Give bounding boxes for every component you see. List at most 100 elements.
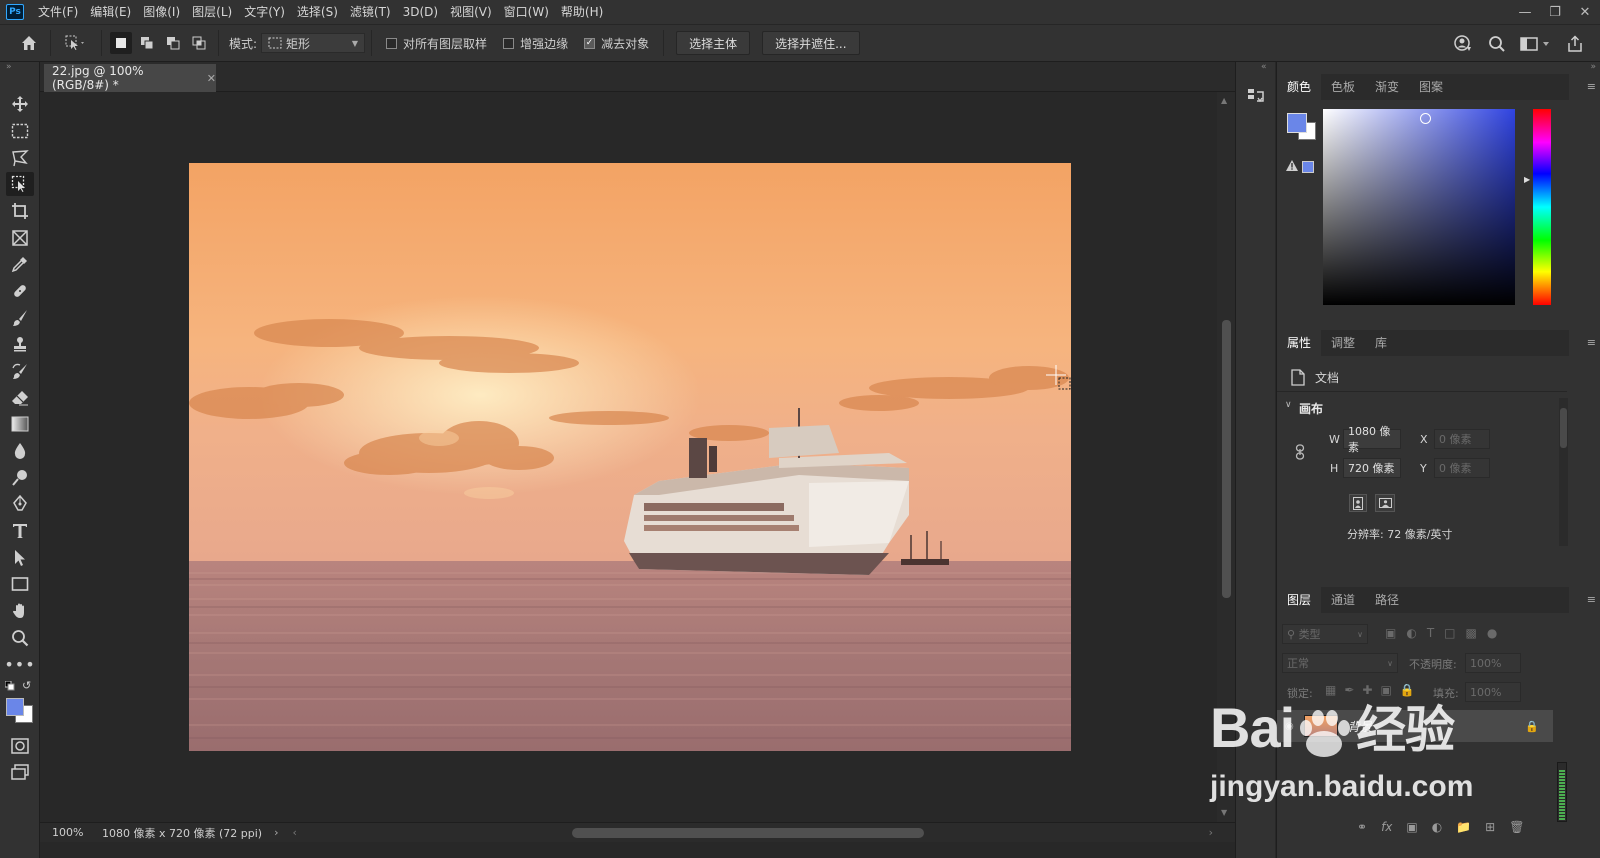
menu-help[interactable]: 帮助(H) bbox=[555, 0, 609, 24]
cloud-share-button[interactable] bbox=[1448, 33, 1478, 55]
blend-mode-select[interactable]: 正常 ∨ bbox=[1282, 653, 1398, 673]
portrait-orientation-button[interactable] bbox=[1349, 494, 1367, 512]
brush-tool[interactable] bbox=[6, 306, 34, 330]
pen-tool[interactable] bbox=[6, 492, 34, 516]
scroll-left-icon[interactable]: ‹ bbox=[293, 826, 297, 839]
link-layers-icon[interactable]: ⚭ bbox=[1357, 820, 1367, 834]
type-tool[interactable] bbox=[6, 519, 34, 543]
hue-slider-handle-icon[interactable]: ▶ bbox=[1524, 175, 1530, 184]
tool-preset-picker[interactable] bbox=[59, 32, 93, 54]
new-layer-icon[interactable]: ⊞ bbox=[1485, 820, 1495, 834]
x-field[interactable]: 0 像素 bbox=[1434, 429, 1490, 449]
frame-tool[interactable] bbox=[6, 226, 34, 250]
chevron-down-icon[interactable]: ∨ bbox=[1285, 400, 1292, 410]
web-safe-color-swatch[interactable] bbox=[1302, 161, 1314, 173]
menu-image[interactable]: 图像(I) bbox=[137, 0, 186, 24]
collapse-panels-icon[interactable]: » bbox=[1590, 62, 1596, 72]
fill-field[interactable]: 100% bbox=[1465, 682, 1521, 702]
tab-paths[interactable]: 路径 bbox=[1365, 587, 1409, 613]
tab-gradients[interactable]: 渐变 bbox=[1365, 74, 1409, 100]
tab-channels[interactable]: 通道 bbox=[1321, 587, 1365, 613]
dodge-tool[interactable] bbox=[6, 466, 34, 490]
eyedropper-tool[interactable] bbox=[6, 252, 34, 276]
marquee-tool[interactable] bbox=[6, 119, 34, 143]
tab-libraries[interactable]: 库 bbox=[1365, 330, 1397, 356]
crop-tool[interactable] bbox=[6, 199, 34, 223]
enhance-edge-checkbox[interactable]: 增强边缘 bbox=[503, 35, 568, 52]
adjustment-filter-icon[interactable]: ◐ bbox=[1406, 626, 1416, 640]
add-mask-icon[interactable]: ▣ bbox=[1406, 820, 1417, 834]
history-brush-tool[interactable] bbox=[6, 359, 34, 383]
filter-toggle-icon[interactable]: ● bbox=[1487, 626, 1497, 640]
panel-foreground-swatch[interactable] bbox=[1287, 113, 1307, 133]
horizontal-scroll-thumb[interactable] bbox=[572, 828, 924, 838]
layers-panel-menu-icon[interactable]: ≡ bbox=[1587, 593, 1596, 606]
rectangle-tool[interactable] bbox=[6, 572, 34, 596]
eraser-tool[interactable] bbox=[6, 386, 34, 410]
path-selection-tool[interactable] bbox=[6, 546, 34, 570]
healing-brush-tool[interactable] bbox=[6, 279, 34, 303]
vertical-scroll-thumb[interactable] bbox=[1222, 320, 1231, 598]
sample-all-layers-checkbox[interactable]: 对所有图层取样 bbox=[386, 35, 487, 52]
new-group-icon[interactable]: 📁 bbox=[1456, 820, 1471, 834]
hue-slider[interactable] bbox=[1533, 109, 1551, 305]
tab-layers[interactable]: 图层 bbox=[1277, 587, 1322, 613]
lasso-tool[interactable] bbox=[6, 146, 34, 170]
zoom-level[interactable]: 100% bbox=[52, 826, 92, 839]
gradient-tool[interactable] bbox=[6, 412, 34, 436]
menu-select[interactable]: 选择(S) bbox=[291, 0, 344, 24]
menu-file[interactable]: 文件(F) bbox=[32, 0, 84, 24]
close-tab-icon[interactable]: ✕ bbox=[207, 72, 216, 85]
link-dimensions-icon[interactable] bbox=[1295, 444, 1305, 463]
opacity-field[interactable]: 100% bbox=[1465, 653, 1521, 673]
subtract-object-checkbox[interactable]: ✓ 减去对象 bbox=[584, 35, 649, 52]
screen-mode-button[interactable] bbox=[6, 760, 34, 784]
home-button[interactable] bbox=[16, 32, 42, 54]
menu-filter[interactable]: 滤镜(T) bbox=[344, 0, 397, 24]
collapse-toolbox-icon[interactable]: » bbox=[6, 62, 12, 72]
menu-window[interactable]: 窗口(W) bbox=[498, 0, 555, 24]
height-field[interactable]: 720 像素 bbox=[1343, 458, 1401, 478]
swap-colors-icon[interactable]: ↺ bbox=[22, 679, 31, 692]
blur-tool[interactable] bbox=[6, 439, 34, 463]
color-panel-menu-icon[interactable]: ≡ bbox=[1587, 80, 1596, 93]
select-subject-button[interactable]: 选择主体 bbox=[676, 31, 751, 55]
restore-button[interactable]: ❐ bbox=[1540, 0, 1570, 24]
share-button[interactable] bbox=[1560, 33, 1590, 55]
menu-view[interactable]: 视图(V) bbox=[444, 0, 498, 24]
properties-scroll-thumb[interactable] bbox=[1560, 408, 1567, 448]
history-panel-button[interactable] bbox=[1244, 84, 1268, 108]
hand-tool[interactable] bbox=[6, 599, 34, 623]
tab-properties[interactable]: 属性 bbox=[1277, 330, 1322, 356]
search-button[interactable] bbox=[1482, 33, 1512, 55]
tab-adjustments[interactable]: 调整 bbox=[1321, 330, 1365, 356]
properties-scrollbar[interactable] bbox=[1559, 398, 1568, 546]
expand-dock-icon[interactable]: « bbox=[1261, 62, 1267, 72]
close-window-button[interactable]: ✕ bbox=[1570, 0, 1600, 24]
width-field[interactable]: 1080 像素 bbox=[1343, 425, 1401, 454]
menu-type[interactable]: 文字(Y) bbox=[238, 0, 291, 24]
subtract-selection-button[interactable] bbox=[162, 32, 184, 54]
layer-filter-select[interactable]: ⚲ 类型 ∨ bbox=[1282, 624, 1368, 644]
color-picker-handle[interactable] bbox=[1420, 113, 1431, 124]
menu-3d[interactable]: 3D(D) bbox=[397, 0, 444, 24]
default-colors-icon[interactable] bbox=[4, 680, 15, 694]
intersect-selection-button[interactable] bbox=[188, 32, 210, 54]
select-and-mask-button[interactable]: 选择并遮住... bbox=[762, 31, 860, 55]
y-field[interactable]: 0 像素 bbox=[1434, 458, 1490, 478]
adjustment-layer-icon[interactable]: ◐ bbox=[1432, 820, 1442, 834]
properties-panel-menu-icon[interactable]: ≡ bbox=[1587, 336, 1596, 349]
scroll-up-icon[interactable]: ▲ bbox=[1221, 96, 1227, 105]
landscape-orientation-button[interactable] bbox=[1375, 494, 1395, 512]
document-tab[interactable]: 22.jpg @ 100%(RGB/8#) * ✕ bbox=[44, 64, 216, 92]
delete-layer-icon[interactable]: 🗑 bbox=[1509, 820, 1524, 834]
color-field[interactable] bbox=[1323, 109, 1515, 305]
new-selection-button[interactable] bbox=[110, 32, 132, 54]
move-tool[interactable] bbox=[6, 92, 34, 116]
smart-object-filter-icon[interactable]: ▩ bbox=[1466, 626, 1477, 640]
more-tools-button[interactable]: ••• bbox=[4, 652, 34, 676]
menu-edit[interactable]: 编辑(E) bbox=[84, 0, 137, 24]
document-image[interactable] bbox=[189, 163, 1071, 751]
status-menu-arrow-icon[interactable]: › bbox=[274, 826, 278, 839]
mode-select[interactable]: 矩形 ▼ bbox=[261, 33, 366, 53]
